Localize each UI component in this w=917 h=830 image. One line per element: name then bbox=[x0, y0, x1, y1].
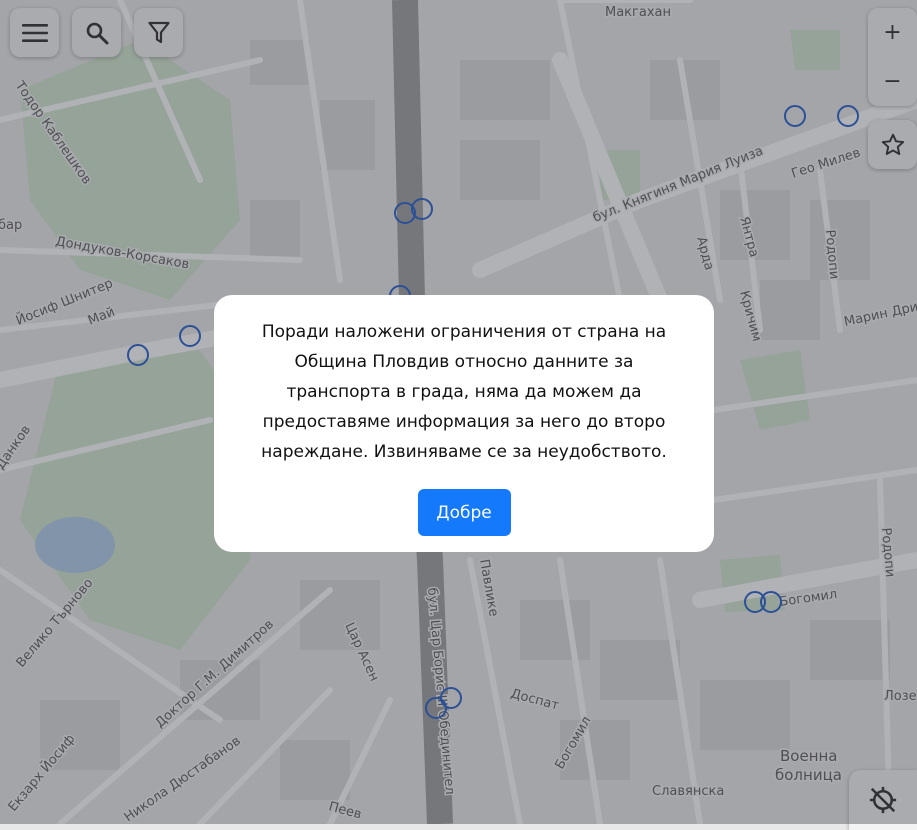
notice-dialog: Поради наложени ограничения от страна на… bbox=[214, 295, 714, 552]
ok-button[interactable]: Добре bbox=[417, 489, 511, 536]
dialog-message: Поради наложени ограничения от страна на… bbox=[261, 322, 667, 462]
